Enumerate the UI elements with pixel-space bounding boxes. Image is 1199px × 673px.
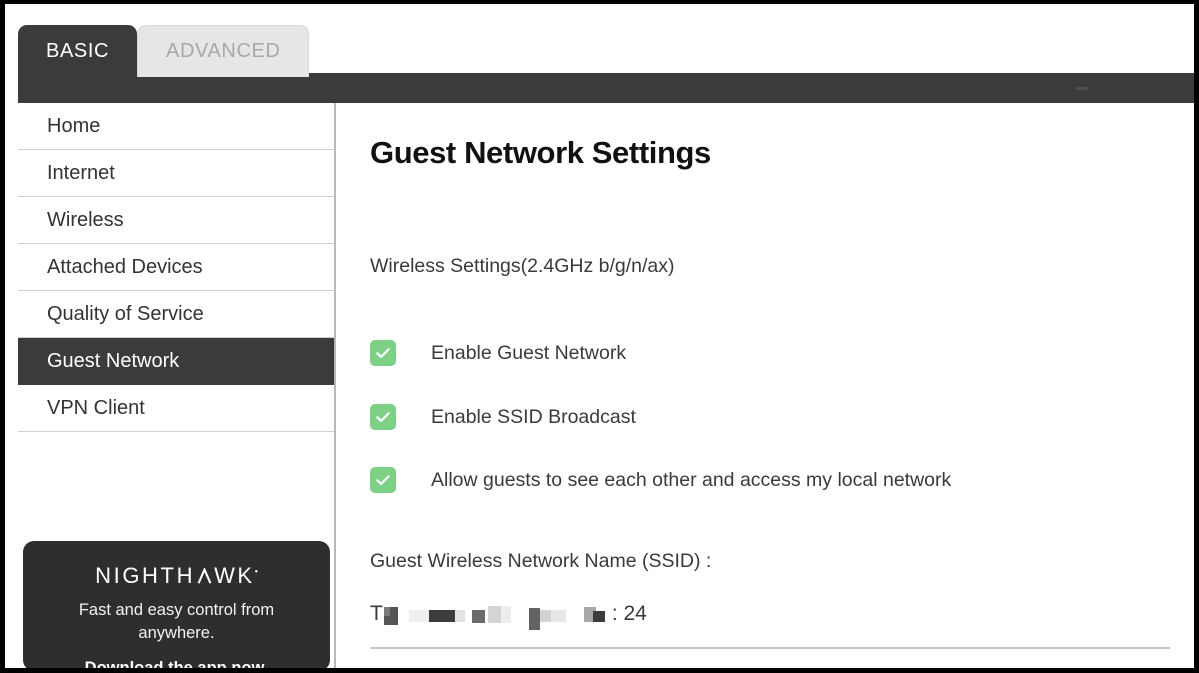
- sidebar-item-internet[interactable]: Internet: [18, 150, 334, 197]
- sidebar-item-guest-network[interactable]: Guest Network: [18, 338, 334, 385]
- trademark-icon: •: [255, 567, 258, 577]
- tab-advanced[interactable]: ADVANCED: [137, 25, 309, 77]
- primary-navigation-sidebar: Home Internet Wireless Attached Devices …: [18, 103, 336, 668]
- nighthawk-logo-a-glyph: [196, 568, 213, 585]
- main-content-panel: Guest Network Settings Wireless Settings…: [338, 103, 1194, 668]
- page-title: Guest Network Settings: [370, 135, 711, 171]
- sidebar-item-label: Home: [47, 115, 100, 138]
- checkbox-row-allow-guests-local-access[interactable]: Allow guests to see each other and acces…: [370, 467, 951, 493]
- checkbox-label: Allow guests to see each other and acces…: [431, 469, 951, 492]
- ssid-redacted-blocks: [384, 603, 610, 625]
- sidebar-item-quality-of-service[interactable]: Quality of Service: [18, 291, 334, 338]
- nighthawk-logo-part1: NIGHTH: [95, 563, 195, 588]
- checkbox-checked-icon[interactable]: [370, 404, 396, 430]
- sidebar-item-label: Wireless: [47, 209, 124, 232]
- promo-tagline: Fast and easy control from anywhere.: [23, 599, 330, 646]
- tab-basic[interactable]: BASIC: [18, 25, 137, 77]
- checkbox-label: Enable SSID Broadcast: [431, 406, 636, 429]
- header-banner-bar: [18, 73, 1194, 103]
- nighthawk-logo-part2: WK: [214, 563, 255, 588]
- sidebar-item-label: Guest Network: [47, 350, 179, 373]
- sidebar-item-label: Quality of Service: [47, 303, 204, 326]
- router-admin-page: BASIC ADVANCED Home Internet Wireless At…: [5, 4, 1194, 668]
- main-tab-bar: BASIC ADVANCED: [18, 25, 309, 77]
- checkbox-label: Enable Guest Network: [431, 342, 626, 365]
- sidebar-item-vpn-client[interactable]: VPN Client: [18, 385, 334, 432]
- banner-placeholder-mark: [1076, 87, 1088, 90]
- tab-advanced-label: ADVANCED: [166, 40, 280, 63]
- tab-basic-label: BASIC: [46, 40, 109, 63]
- checkbox-row-enable-ssid-broadcast[interactable]: Enable SSID Broadcast: [370, 404, 636, 430]
- checkbox-row-enable-guest-network[interactable]: Enable Guest Network: [370, 340, 626, 366]
- ssid-value-prefix: T: [370, 602, 383, 626]
- checkbox-checked-icon[interactable]: [370, 467, 396, 493]
- nighthawk-app-promo-card[interactable]: NIGHTH WK• Fast and easy control from any…: [23, 541, 330, 668]
- checkbox-checked-icon[interactable]: [370, 340, 396, 366]
- section-divider: [370, 647, 1170, 649]
- sidebar-item-wireless[interactable]: Wireless: [18, 197, 334, 244]
- wireless-band-label: Wireless Settings(2.4GHz b/g/n/ax): [370, 255, 675, 278]
- sidebar-item-home[interactable]: Home: [18, 103, 334, 150]
- sidebar-item-label: Attached Devices: [47, 256, 203, 279]
- ssid-field-value[interactable]: T : 24: [370, 599, 647, 629]
- sidebar-item-attached-devices[interactable]: Attached Devices: [18, 244, 334, 291]
- browser-screenshot-frame: BASIC ADVANCED Home Internet Wireless At…: [0, 0, 1199, 673]
- nighthawk-logo: NIGHTH WK•: [95, 563, 258, 589]
- download-app-link[interactable]: Download the app now.: [85, 659, 269, 668]
- ssid-field-label: Guest Wireless Network Name (SSID) :: [370, 550, 711, 573]
- sidebar-item-label: Internet: [47, 162, 115, 185]
- sidebar-item-label: VPN Client: [47, 397, 145, 420]
- ssid-value-suffix: : 24: [612, 602, 647, 626]
